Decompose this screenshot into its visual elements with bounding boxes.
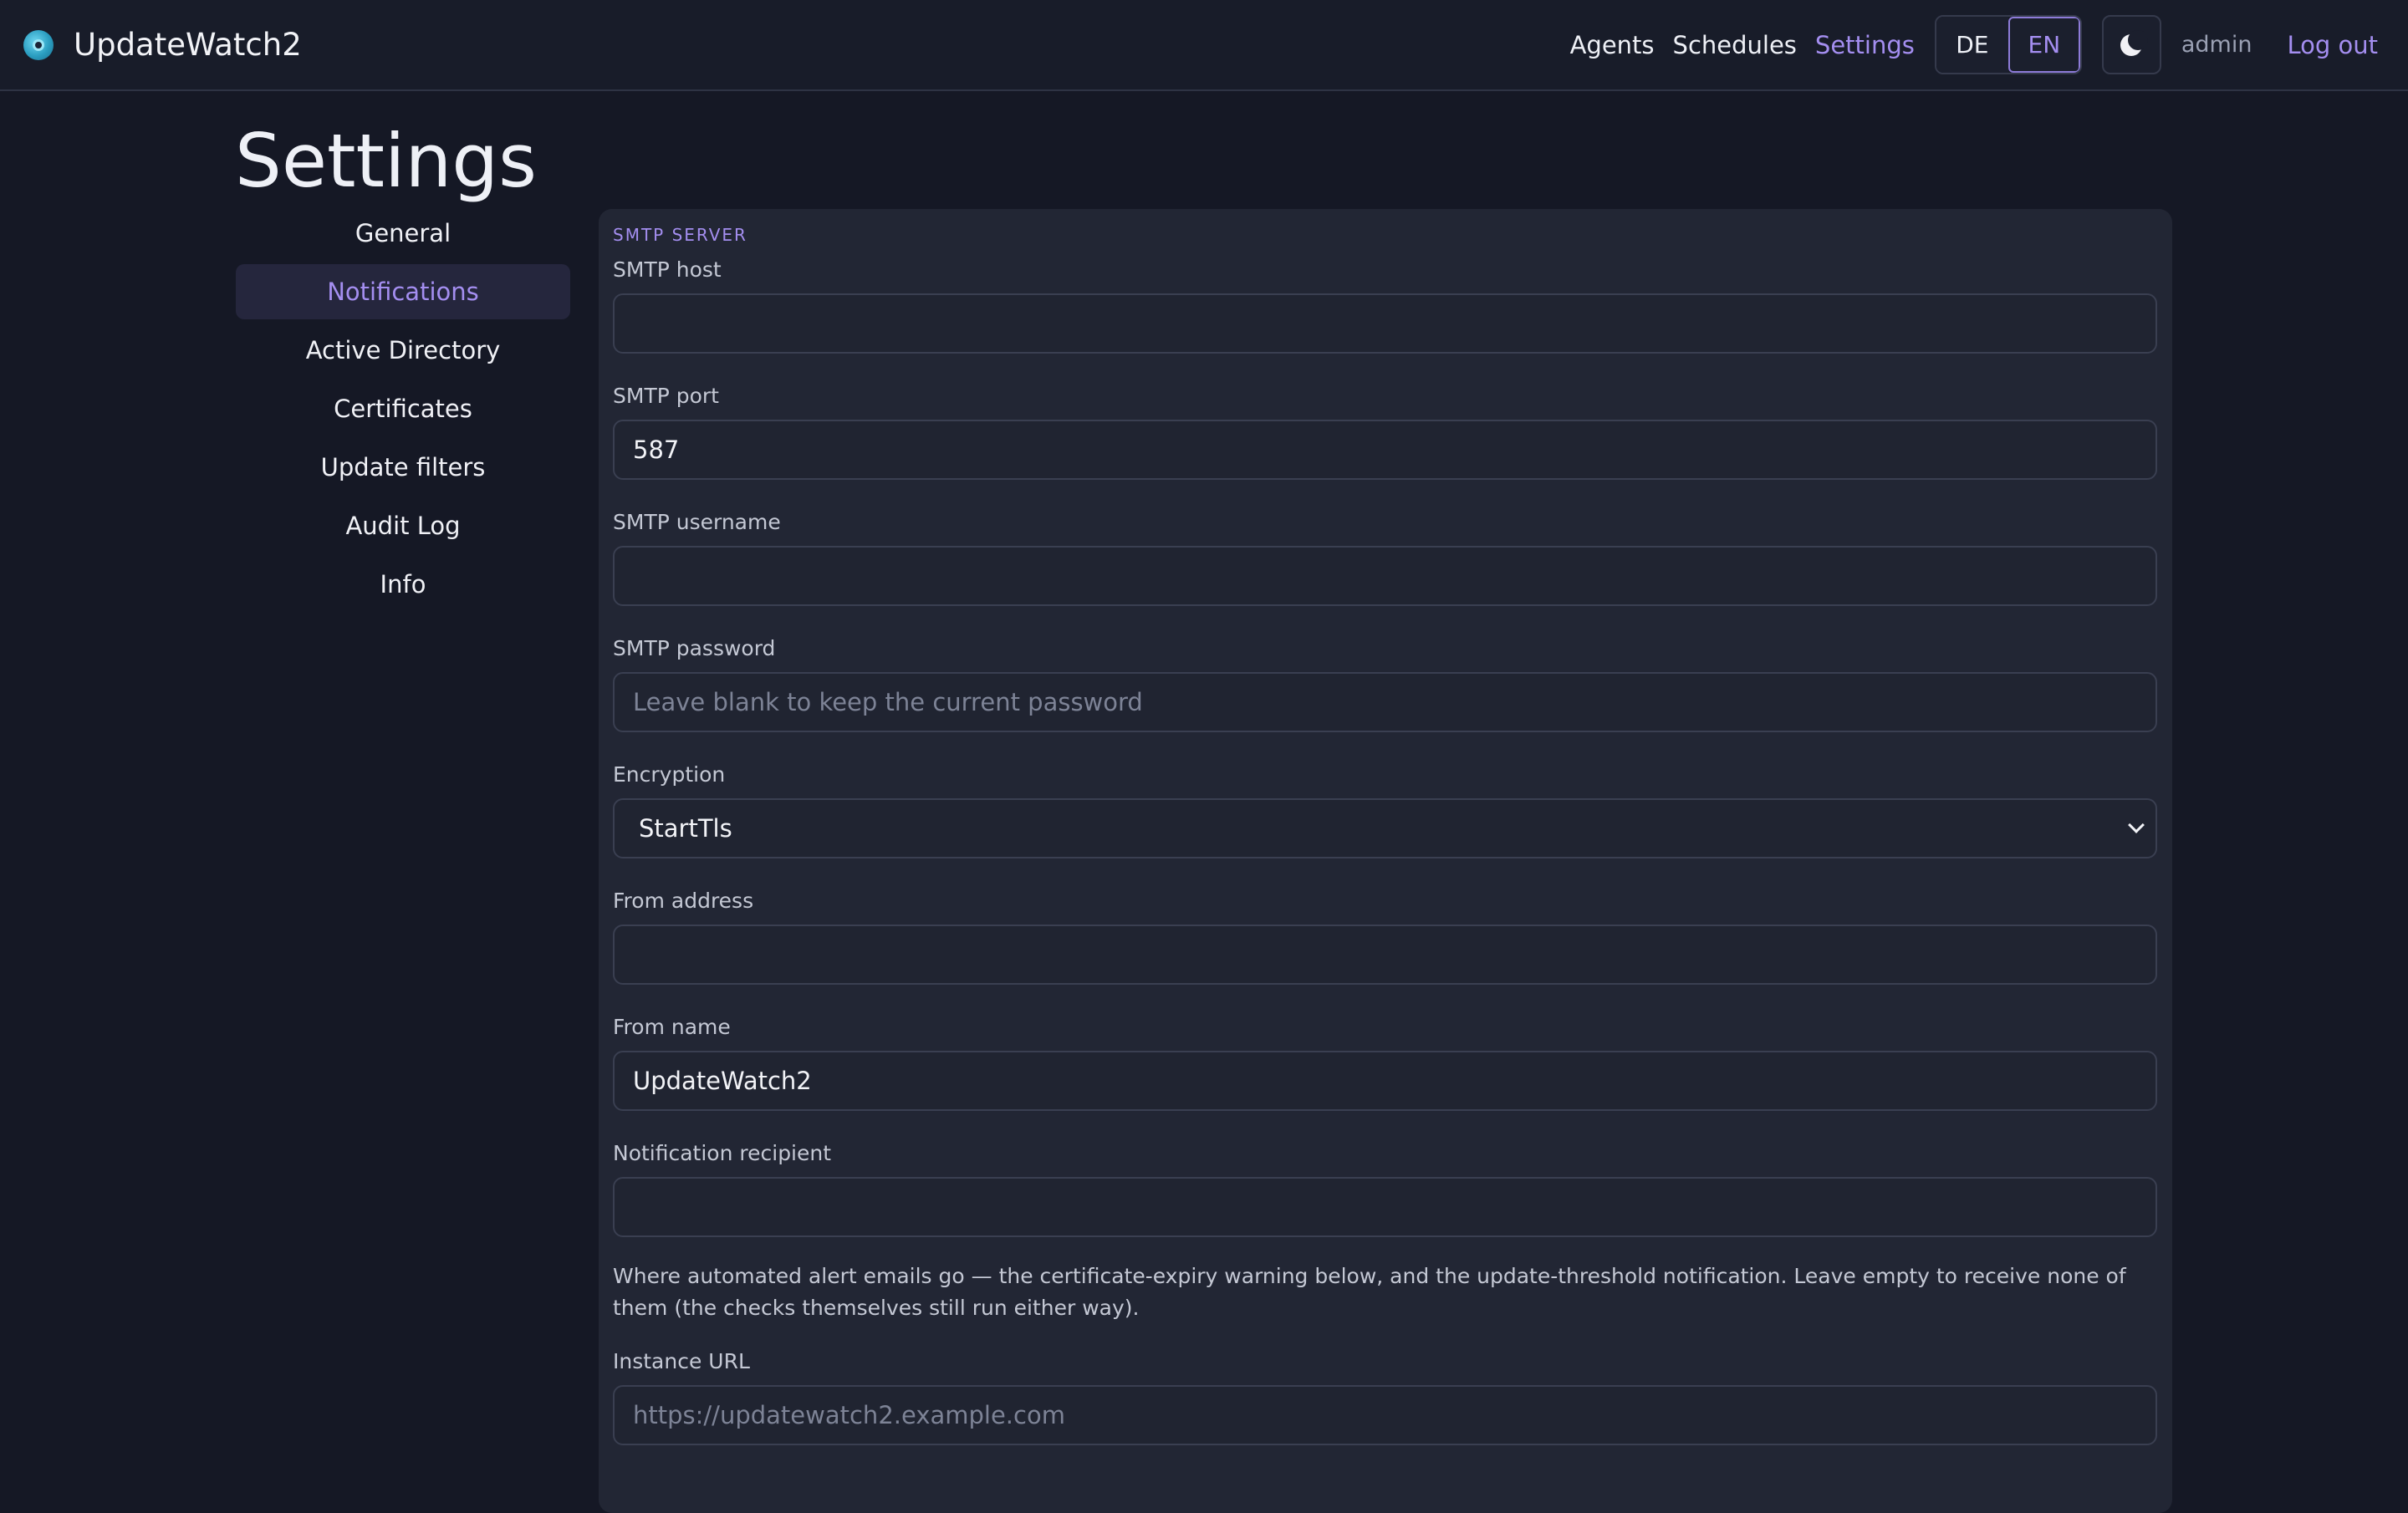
from-address-input[interactable] xyxy=(613,925,2157,985)
app-name: UpdateWatch2 xyxy=(74,27,302,63)
notifications-settings-panel: SMTP SERVER SMTP host SMTP port 587 SMTP… xyxy=(599,209,2172,1513)
smtp-port-input[interactable]: 587 xyxy=(613,420,2157,480)
notification-recipient-input[interactable] xyxy=(613,1177,2157,1237)
smtp-username-label: SMTP username xyxy=(613,510,781,534)
language-en-button[interactable]: EN xyxy=(2008,17,2080,73)
sidebar-item-active-directory[interactable]: Active Directory xyxy=(236,323,570,378)
theme-toggle-button[interactable] xyxy=(2101,15,2161,74)
smtp-password-placeholder: Leave blank to keep the current password xyxy=(633,688,1143,716)
from-name-input[interactable]: UpdateWatch2 xyxy=(613,1051,2157,1111)
smtp-password-label: SMTP password xyxy=(613,636,776,660)
notification-recipient-field: Notification recipient xyxy=(613,1141,2158,1237)
smtp-host-label: SMTP host xyxy=(613,257,722,282)
encryption-label: Encryption xyxy=(613,762,726,787)
from-address-field: From address xyxy=(613,889,2158,985)
smtp-host-field: SMTP host xyxy=(613,257,2158,354)
nav-link-agents[interactable]: Agents xyxy=(1570,31,1655,59)
encryption-select[interactable]: StartTls xyxy=(613,798,2157,858)
smtp-port-value: 587 xyxy=(633,436,680,464)
top-nav: Agents Schedules Settings DE EN admin Lo… xyxy=(1570,0,2408,89)
section-label-smtp-server: SMTP SERVER xyxy=(613,225,747,245)
instance-url-field: Instance URL https://updatewatch2.exampl… xyxy=(613,1349,2158,1445)
encryption-field: Encryption StartTls xyxy=(613,762,2158,858)
smtp-password-field: SMTP password Leave blank to keep the cu… xyxy=(613,636,2158,732)
sidebar-item-certificates[interactable]: Certificates xyxy=(236,381,570,436)
moon-icon xyxy=(2120,29,2149,56)
instance-url-placeholder: https://updatewatch2.example.com xyxy=(633,1401,1065,1429)
chevron-down-icon xyxy=(2128,817,2145,833)
smtp-password-input[interactable]: Leave blank to keep the current password xyxy=(613,672,2157,732)
brand[interactable]: UpdateWatch2 xyxy=(23,0,302,89)
nav-link-schedules[interactable]: Schedules xyxy=(1673,31,1797,59)
logout-link[interactable]: Log out xyxy=(2287,31,2378,59)
sidebar-item-update-filters[interactable]: Update filters xyxy=(236,440,570,495)
sidebar-item-audit-log[interactable]: Audit Log xyxy=(236,498,570,553)
top-bar: UpdateWatch2 Agents Schedules Settings D… xyxy=(0,0,2408,91)
from-name-label: From name xyxy=(613,1015,731,1039)
app-logo-icon xyxy=(23,29,54,60)
from-name-field: From name UpdateWatch2 xyxy=(613,1015,2158,1111)
current-user: admin xyxy=(2181,32,2252,58)
sidebar-item-info[interactable]: Info xyxy=(236,557,570,612)
language-de-button[interactable]: DE xyxy=(1936,17,2008,73)
smtp-host-input[interactable] xyxy=(613,293,2157,354)
from-name-value: UpdateWatch2 xyxy=(633,1067,812,1095)
encryption-selected-value: StartTls xyxy=(639,814,732,843)
instance-url-label: Instance URL xyxy=(613,1349,750,1373)
notification-recipient-help: Where automated alert emails go — the ce… xyxy=(613,1264,2126,1320)
smtp-port-field: SMTP port 587 xyxy=(613,384,2158,480)
from-address-label: From address xyxy=(613,889,754,913)
smtp-username-input[interactable] xyxy=(613,546,2157,606)
sidebar-item-general[interactable]: General xyxy=(236,206,570,261)
instance-url-input[interactable]: https://updatewatch2.example.com xyxy=(613,1385,2157,1445)
settings-sidebar: General Notifications Active Directory C… xyxy=(236,206,570,615)
smtp-username-field: SMTP username xyxy=(613,510,2158,606)
notification-recipient-label: Notification recipient xyxy=(613,1141,832,1165)
page-title: Settings xyxy=(235,118,537,204)
smtp-port-label: SMTP port xyxy=(613,384,719,408)
nav-link-settings[interactable]: Settings xyxy=(1815,31,1915,59)
sidebar-item-notifications[interactable]: Notifications xyxy=(236,264,570,319)
language-switcher: DE EN xyxy=(1934,15,2082,74)
